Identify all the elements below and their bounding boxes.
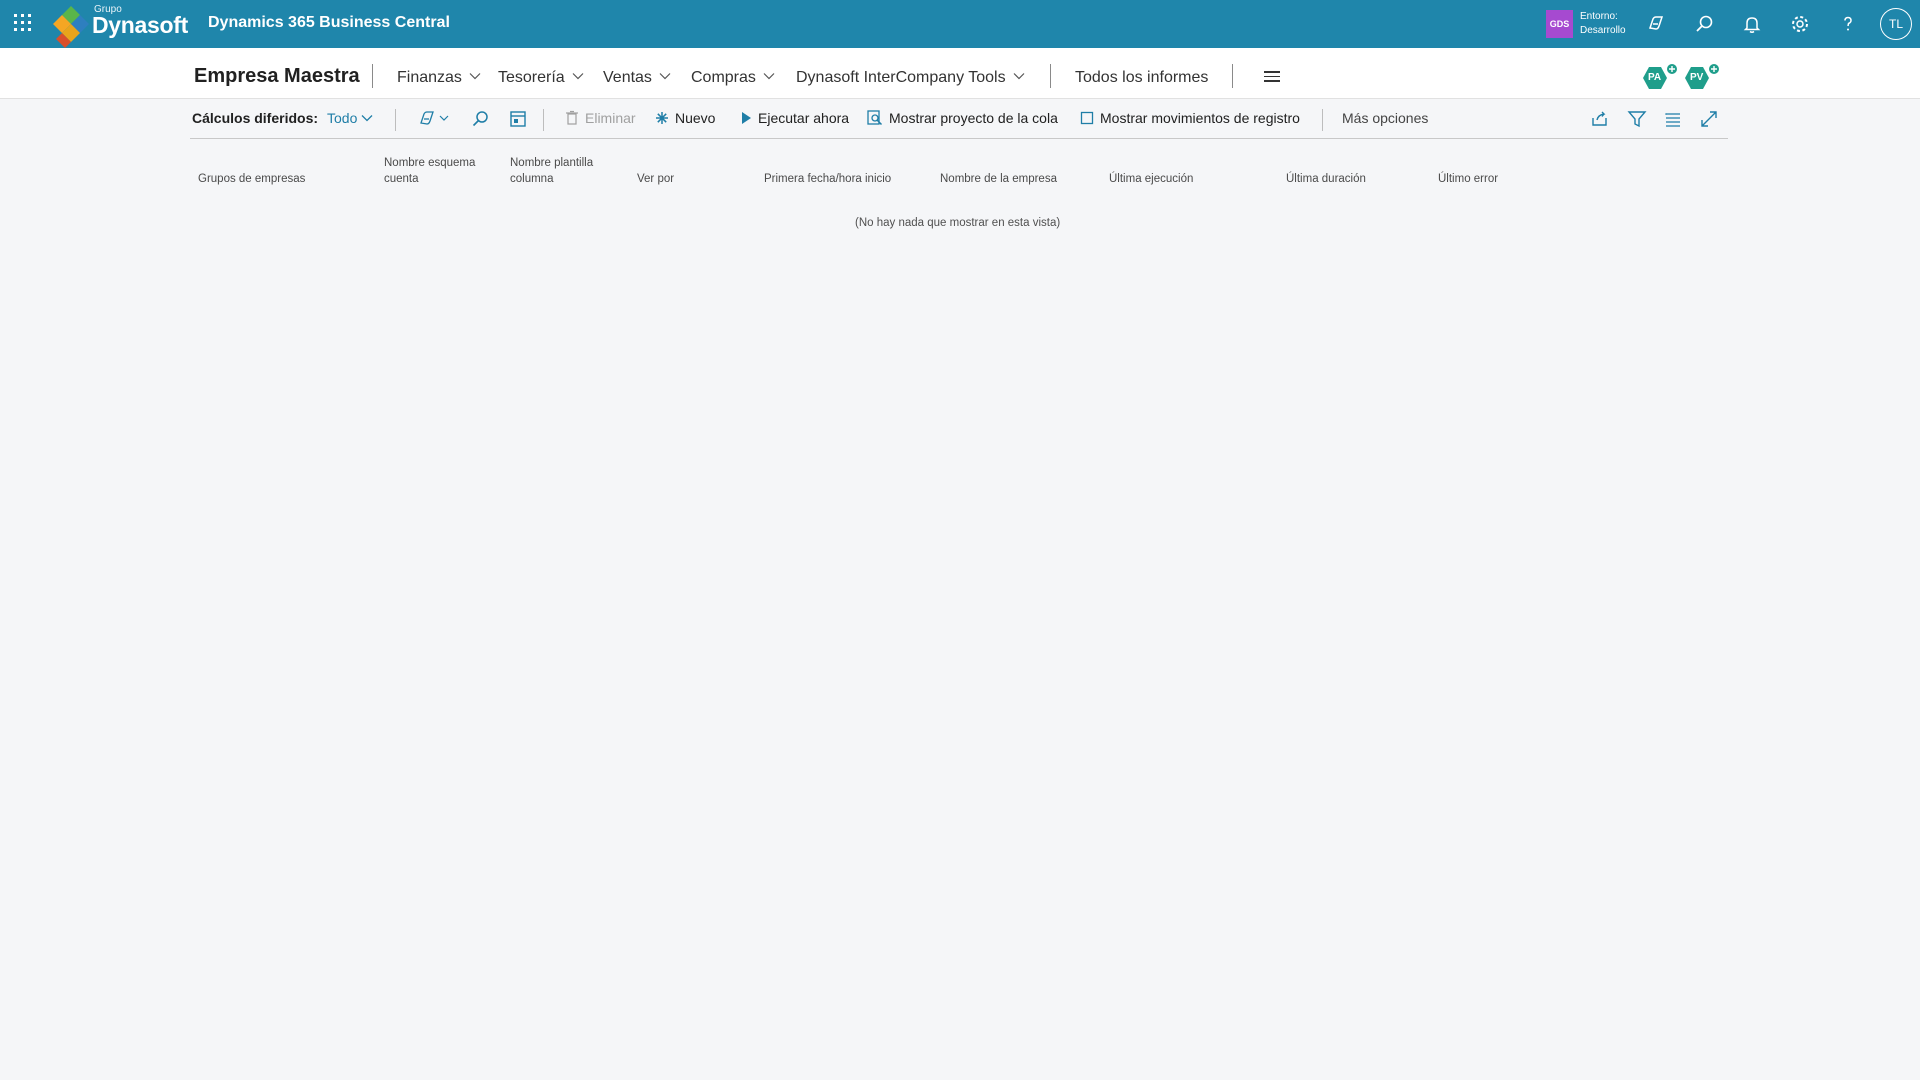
column-header-last-error[interactable]: Último error bbox=[1438, 171, 1498, 187]
column-header-text: Última duración bbox=[1286, 173, 1366, 185]
column-header-text: columna bbox=[510, 173, 554, 185]
role-badge-pv[interactable]: PV bbox=[1684, 62, 1720, 92]
role-badge-label: PA bbox=[1648, 72, 1662, 83]
nav-menu-ventas[interactable]: Ventas bbox=[603, 69, 671, 87]
new-button-label: Nuevo bbox=[675, 110, 716, 126]
hamburger-menu-icon[interactable] bbox=[1264, 71, 1280, 83]
nav-menu-compras[interactable]: Compras bbox=[691, 69, 775, 87]
more-options-button[interactable]: Más opciones bbox=[1342, 110, 1428, 126]
column-header-text: Nombre de la empresa bbox=[940, 173, 1057, 185]
expand-icon[interactable] bbox=[1699, 109, 1719, 134]
waffle-icon[interactable] bbox=[14, 14, 32, 32]
environment-label: Entorno: bbox=[1580, 11, 1618, 22]
app-bar: Grupo Dynasoft Dynamics 365 Business Cen… bbox=[0, 0, 1920, 48]
new-sparkle-icon bbox=[656, 112, 668, 124]
column-header-account-schedule[interactable]: Nombre esquema cuenta bbox=[384, 155, 475, 187]
nav-menu-intercompany-tools[interactable]: Dynasoft InterCompany Tools bbox=[796, 69, 1025, 87]
column-header-text: Ver por bbox=[637, 173, 675, 185]
all-reports-link[interactable]: Todos los informes bbox=[1075, 69, 1208, 87]
column-header-text: Primera fecha/hora inicio bbox=[764, 173, 892, 185]
logo-name: Dynasoft bbox=[92, 12, 189, 38]
nav-menu-label: Dynasoft InterCompany Tools bbox=[796, 69, 1006, 86]
list-view-icon[interactable] bbox=[1663, 109, 1683, 134]
run-now-button[interactable]: Ejecutar ahora bbox=[740, 110, 849, 126]
nav-menu-label: Tesorería bbox=[498, 69, 565, 86]
trash-icon bbox=[566, 110, 578, 125]
column-header-first-start[interactable]: Primera fecha/hora inicio bbox=[764, 171, 891, 187]
column-header-text: Última ejecución bbox=[1109, 173, 1194, 185]
chevron-down-icon bbox=[469, 73, 481, 80]
company-name[interactable]: Empresa Maestra bbox=[194, 65, 360, 88]
view-selector[interactable]: Todo bbox=[327, 110, 379, 126]
nav-menu-label: Finanzas bbox=[397, 69, 462, 86]
view-selector-label: Todo bbox=[327, 110, 358, 126]
user-avatar[interactable]: TL bbox=[1880, 8, 1912, 40]
search-list-icon[interactable] bbox=[470, 109, 490, 134]
nav-menu-tesoreria[interactable]: Tesorería bbox=[498, 69, 584, 87]
column-header-column-layout[interactable]: Nombre plantilla columna bbox=[510, 155, 593, 187]
copilot-menu-icon[interactable] bbox=[418, 109, 452, 134]
nav-menu-label: Ventas bbox=[603, 69, 652, 86]
column-header-text: Nombre plantilla bbox=[510, 157, 594, 169]
app-title[interactable]: Dynamics 365 Business Central bbox=[208, 14, 450, 32]
navigation-bar: Empresa Maestra Finanzas Tesorería Venta… bbox=[0, 48, 1920, 99]
play-icon bbox=[742, 112, 751, 124]
show-log-entries-label: Mostrar movimientos de registro bbox=[1100, 110, 1300, 126]
action-bar: Cálculos diferidos: Todo Eliminar Nuevo … bbox=[190, 100, 1728, 139]
new-button[interactable]: Nuevo bbox=[655, 110, 715, 126]
edit-list-icon[interactable] bbox=[508, 109, 528, 134]
environment-badge[interactable]: GDS bbox=[1546, 10, 1573, 38]
action-divider bbox=[395, 109, 396, 131]
help-icon[interactable] bbox=[1836, 12, 1860, 36]
column-header-last-run[interactable]: Última ejecución bbox=[1109, 171, 1193, 187]
log-entries-icon bbox=[1080, 111, 1094, 125]
delete-button[interactable]: Eliminar bbox=[565, 110, 636, 126]
dynasoft-logo-icon bbox=[53, 6, 89, 48]
column-header-view-by[interactable]: Ver por bbox=[637, 171, 674, 187]
search-icon[interactable] bbox=[1692, 12, 1716, 36]
nav-menu-finanzas[interactable]: Finanzas bbox=[397, 69, 481, 87]
column-header-text: Grupos de empresas bbox=[198, 173, 306, 185]
column-header-text: Último error bbox=[1438, 173, 1499, 185]
action-divider bbox=[543, 109, 544, 131]
show-queue-project-label: Mostrar proyecto de la cola bbox=[889, 110, 1058, 126]
nav-divider bbox=[1232, 64, 1233, 88]
column-header-company-groups[interactable]: Grupos de empresas bbox=[198, 171, 305, 187]
column-header-text: cuenta bbox=[384, 173, 419, 185]
column-header-company-name[interactable]: Nombre de la empresa bbox=[940, 171, 1057, 187]
nav-divider bbox=[372, 64, 373, 88]
share-icon[interactable] bbox=[1590, 109, 1610, 134]
chevron-down-icon bbox=[1013, 73, 1025, 80]
nav-divider bbox=[1050, 64, 1051, 88]
environment-value: Desarrollo bbox=[1580, 25, 1626, 36]
chevron-down-icon bbox=[763, 73, 775, 80]
action-divider bbox=[1322, 109, 1323, 131]
gear-icon[interactable] bbox=[1788, 12, 1812, 36]
show-log-entries-button[interactable]: Mostrar movimientos de registro bbox=[1080, 110, 1300, 126]
column-header-text: Nombre esquema bbox=[384, 157, 476, 169]
role-badge-label: PV bbox=[1690, 72, 1704, 83]
show-queue-project-button[interactable]: Mostrar proyecto de la cola bbox=[867, 110, 1058, 126]
dynasoft-logo[interactable]: Grupo Dynasoft bbox=[52, 2, 188, 48]
chevron-down-icon bbox=[659, 73, 671, 80]
copilot-icon[interactable] bbox=[1644, 12, 1668, 36]
bell-icon[interactable] bbox=[1740, 12, 1764, 36]
delete-button-label: Eliminar bbox=[585, 110, 636, 126]
filter-icon[interactable] bbox=[1627, 109, 1647, 134]
empty-list-message: (No hay nada que mostrar en esta vista) bbox=[855, 217, 1061, 229]
environment-info[interactable]: Entorno: Desarrollo bbox=[1580, 10, 1626, 38]
chevron-down-icon bbox=[572, 73, 584, 80]
column-header-last-duration[interactable]: Última duración bbox=[1286, 171, 1366, 187]
page-title: Cálculos diferidos: bbox=[192, 110, 319, 126]
chevron-down-icon bbox=[361, 115, 373, 122]
run-now-button-label: Ejecutar ahora bbox=[758, 110, 850, 126]
role-badge-pa[interactable]: PA bbox=[1642, 62, 1678, 92]
preview-icon bbox=[867, 110, 883, 126]
nav-menu-label: Compras bbox=[691, 69, 756, 86]
